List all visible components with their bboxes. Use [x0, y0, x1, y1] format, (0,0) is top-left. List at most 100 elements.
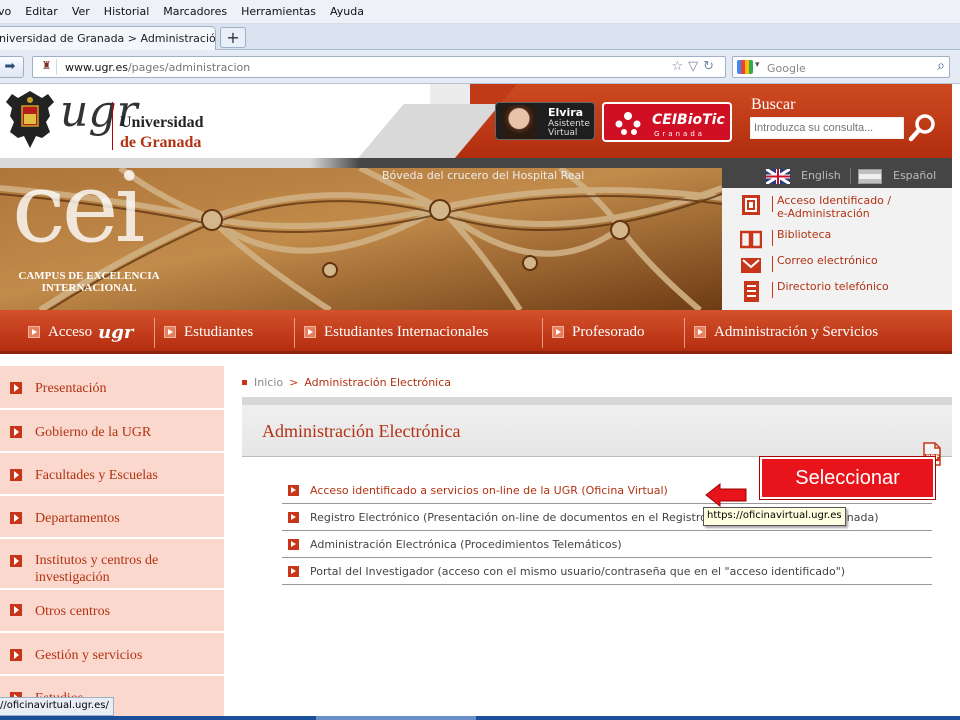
- cei-campus-text: CAMPUS DE EXCELENCIA INTERNACIONAL: [12, 270, 166, 294]
- os-taskbar: [0, 716, 960, 720]
- arrow-right-icon: [10, 426, 22, 438]
- quick-link-label: Biblioteca: [777, 228, 832, 241]
- site-search-input[interactable]: [750, 117, 904, 139]
- nav-label: Profesorado: [572, 323, 645, 340]
- breadcrumb-home-link[interactable]: Inicio: [254, 376, 283, 389]
- id-card-icon: [742, 195, 760, 215]
- arrow-right-icon: [10, 604, 22, 616]
- quick-link-separator: [772, 256, 773, 272]
- sidebar-item-gestion[interactable]: Gestión y servicios: [0, 633, 224, 676]
- sidebar-item-label: Gestión y servicios: [35, 648, 143, 663]
- sidebar-item-institutos[interactable]: Institutos y centros de investigación: [0, 539, 224, 590]
- cei-line2: INTERNACIONAL: [41, 282, 137, 294]
- sidebar-item-facultades[interactable]: Facultades y Escuelas: [0, 453, 224, 496]
- language-spanish-link[interactable]: Español: [893, 169, 936, 182]
- nav-label: Estudiantes: [184, 323, 254, 340]
- left-sidebar: Presentación Gobierno de la UGR Facultad…: [0, 366, 224, 720]
- ceibiotic-banner-button[interactable]: CEIBioTic Granada: [602, 102, 732, 142]
- menu-marcadores[interactable]: Marcadores: [163, 5, 227, 18]
- menu-archivo[interactable]: vo: [0, 5, 11, 18]
- phone-directory-icon: [744, 281, 759, 302]
- spain-flag-icon[interactable]: [858, 169, 882, 184]
- logo-separator: [112, 102, 113, 150]
- quick-link-correo[interactable]: Correo electrónico: [740, 254, 878, 276]
- reload-icon[interactable]: ↻: [703, 59, 719, 74]
- search-icon[interactable]: ⌕: [937, 58, 945, 74]
- cei-logo: cei: [12, 168, 145, 264]
- menu-historial[interactable]: Historial: [104, 5, 149, 18]
- logo-universidad[interactable]: Universidad: [120, 114, 204, 132]
- link-text: Administración Electrónica (Procedimient…: [310, 538, 622, 551]
- menu-ayuda[interactable]: Ayuda: [330, 5, 364, 18]
- url-path: /pages/administracion: [127, 61, 251, 74]
- chevron-right-icon: >: [289, 376, 299, 389]
- link-portal-investigador[interactable]: Portal del Investigador (acceso con el m…: [282, 558, 932, 585]
- nav-estudiantes-internacionales[interactable]: Estudiantes Internacionales: [304, 310, 489, 354]
- search-bar[interactable]: ▾ Google ⌕: [732, 56, 950, 78]
- elvira-virtual-assistant-button[interactable]: Elvira Asistente Virtual: [495, 102, 595, 140]
- nav-label-ugr: ugr: [98, 321, 134, 343]
- quick-link-separator: [772, 196, 773, 212]
- nav-divider: [542, 318, 543, 348]
- site-identity-icon[interactable]: ♜: [37, 59, 57, 75]
- link-administracion-electronica[interactable]: Administración Electrónica (Procedimient…: [282, 531, 932, 558]
- quick-links-panel: Acceso Identificado / e-Administración Bi…: [722, 188, 952, 310]
- cei-line1: CAMPUS DE EXCELENCIA: [18, 270, 160, 282]
- sidebar-item-label: Institutos y centros de investigación: [35, 552, 158, 586]
- sidebar-item-departamentos[interactable]: Departamentos: [0, 496, 224, 539]
- nav-administracion-servicios[interactable]: Administración y Servicios: [694, 310, 878, 354]
- quick-link-label-line1: Acceso Identificado /: [777, 194, 892, 207]
- quick-link-acceso-identificado[interactable]: Acceso Identificado / e-Administración: [740, 194, 891, 220]
- arrow-right-icon: [10, 649, 22, 661]
- forward-button[interactable]: ➡: [0, 56, 24, 78]
- url-actions: ☆▽↻: [671, 59, 719, 74]
- sidebar-item-otros-centros[interactable]: Otros centros: [0, 590, 224, 633]
- quick-link-biblioteca[interactable]: Biblioteca: [740, 228, 831, 250]
- sidebar-item-label: Presentación: [35, 381, 107, 396]
- nav-estudiantes[interactable]: Estudiantes: [164, 310, 253, 354]
- search-heading: Buscar: [751, 96, 796, 113]
- uk-flag-icon[interactable]: [766, 169, 790, 184]
- quick-link-directorio[interactable]: Directorio telefónico: [740, 280, 889, 302]
- status-bar-url: //oficinavirtual.ugr.es/: [0, 697, 114, 716]
- bookmark-star-icon[interactable]: ☆: [671, 59, 688, 74]
- link-tooltip: https://oficinavirtual.ugr.es: [703, 507, 846, 526]
- nav-acceso-ugr[interactable]: Acceso ugr: [28, 310, 133, 354]
- address-bar[interactable]: ♜ www.ugr.es/pages/administracion ☆▽↻: [32, 56, 726, 78]
- university-shield-icon: [6, 91, 54, 148]
- breadcrumb-current: Administración Electrónica: [304, 376, 452, 389]
- ceibiotic-subtitle: Granada: [654, 130, 706, 138]
- browser-tab[interactable]: niversidad de Granada > Administración E…: [0, 26, 216, 50]
- nav-divider: [684, 318, 685, 348]
- arrow-right-icon: [288, 512, 299, 523]
- sidebar-item-label: Departamentos: [35, 511, 120, 526]
- sidebar-item-gobierno[interactable]: Gobierno de la UGR: [0, 410, 224, 453]
- elvira-avatar: [502, 105, 536, 139]
- menu-ver[interactable]: Ver: [72, 5, 90, 18]
- language-english-link[interactable]: English: [801, 169, 841, 182]
- mail-icon: [741, 258, 761, 273]
- elvira-name: Elvira: [548, 106, 584, 119]
- navigation-toolbar: ➡ ♜ www.ugr.es/pages/administracion ☆▽↻ …: [0, 50, 960, 84]
- nav-profesorado[interactable]: Profesorado: [552, 310, 644, 354]
- sidebar-item-label-line1: Institutos y centros de: [35, 553, 159, 568]
- arrow-right-icon: [10, 555, 22, 567]
- tab-strip: niversidad de Granada > Administración E…: [0, 24, 960, 50]
- google-icon[interactable]: [737, 60, 753, 74]
- logo-de-granada[interactable]: de Granada: [120, 134, 201, 152]
- quick-link-separator: [772, 230, 773, 246]
- menu-editar[interactable]: Editar: [25, 5, 58, 18]
- history-dropdown-icon[interactable]: ▽: [688, 59, 703, 74]
- book-icon: [740, 230, 762, 249]
- menu-herramientas[interactable]: Herramientas: [241, 5, 316, 18]
- elvira-sub2: Virtual: [548, 128, 578, 138]
- sidebar-item-presentacion[interactable]: Presentación: [0, 366, 224, 410]
- site-search-button[interactable]: [906, 110, 940, 144]
- chevron-down-icon[interactable]: ▾: [755, 60, 760, 70]
- quick-link-label: Acceso Identificado / e-Administración: [777, 194, 891, 220]
- arrow-right-icon: [288, 539, 299, 550]
- new-tab-button[interactable]: +: [220, 27, 246, 48]
- search-placeholder: Google: [767, 62, 806, 75]
- main-navigation: Acceso ugr Estudiantes Estudiantes Inter…: [0, 310, 952, 354]
- arrow-right-icon: [288, 485, 299, 496]
